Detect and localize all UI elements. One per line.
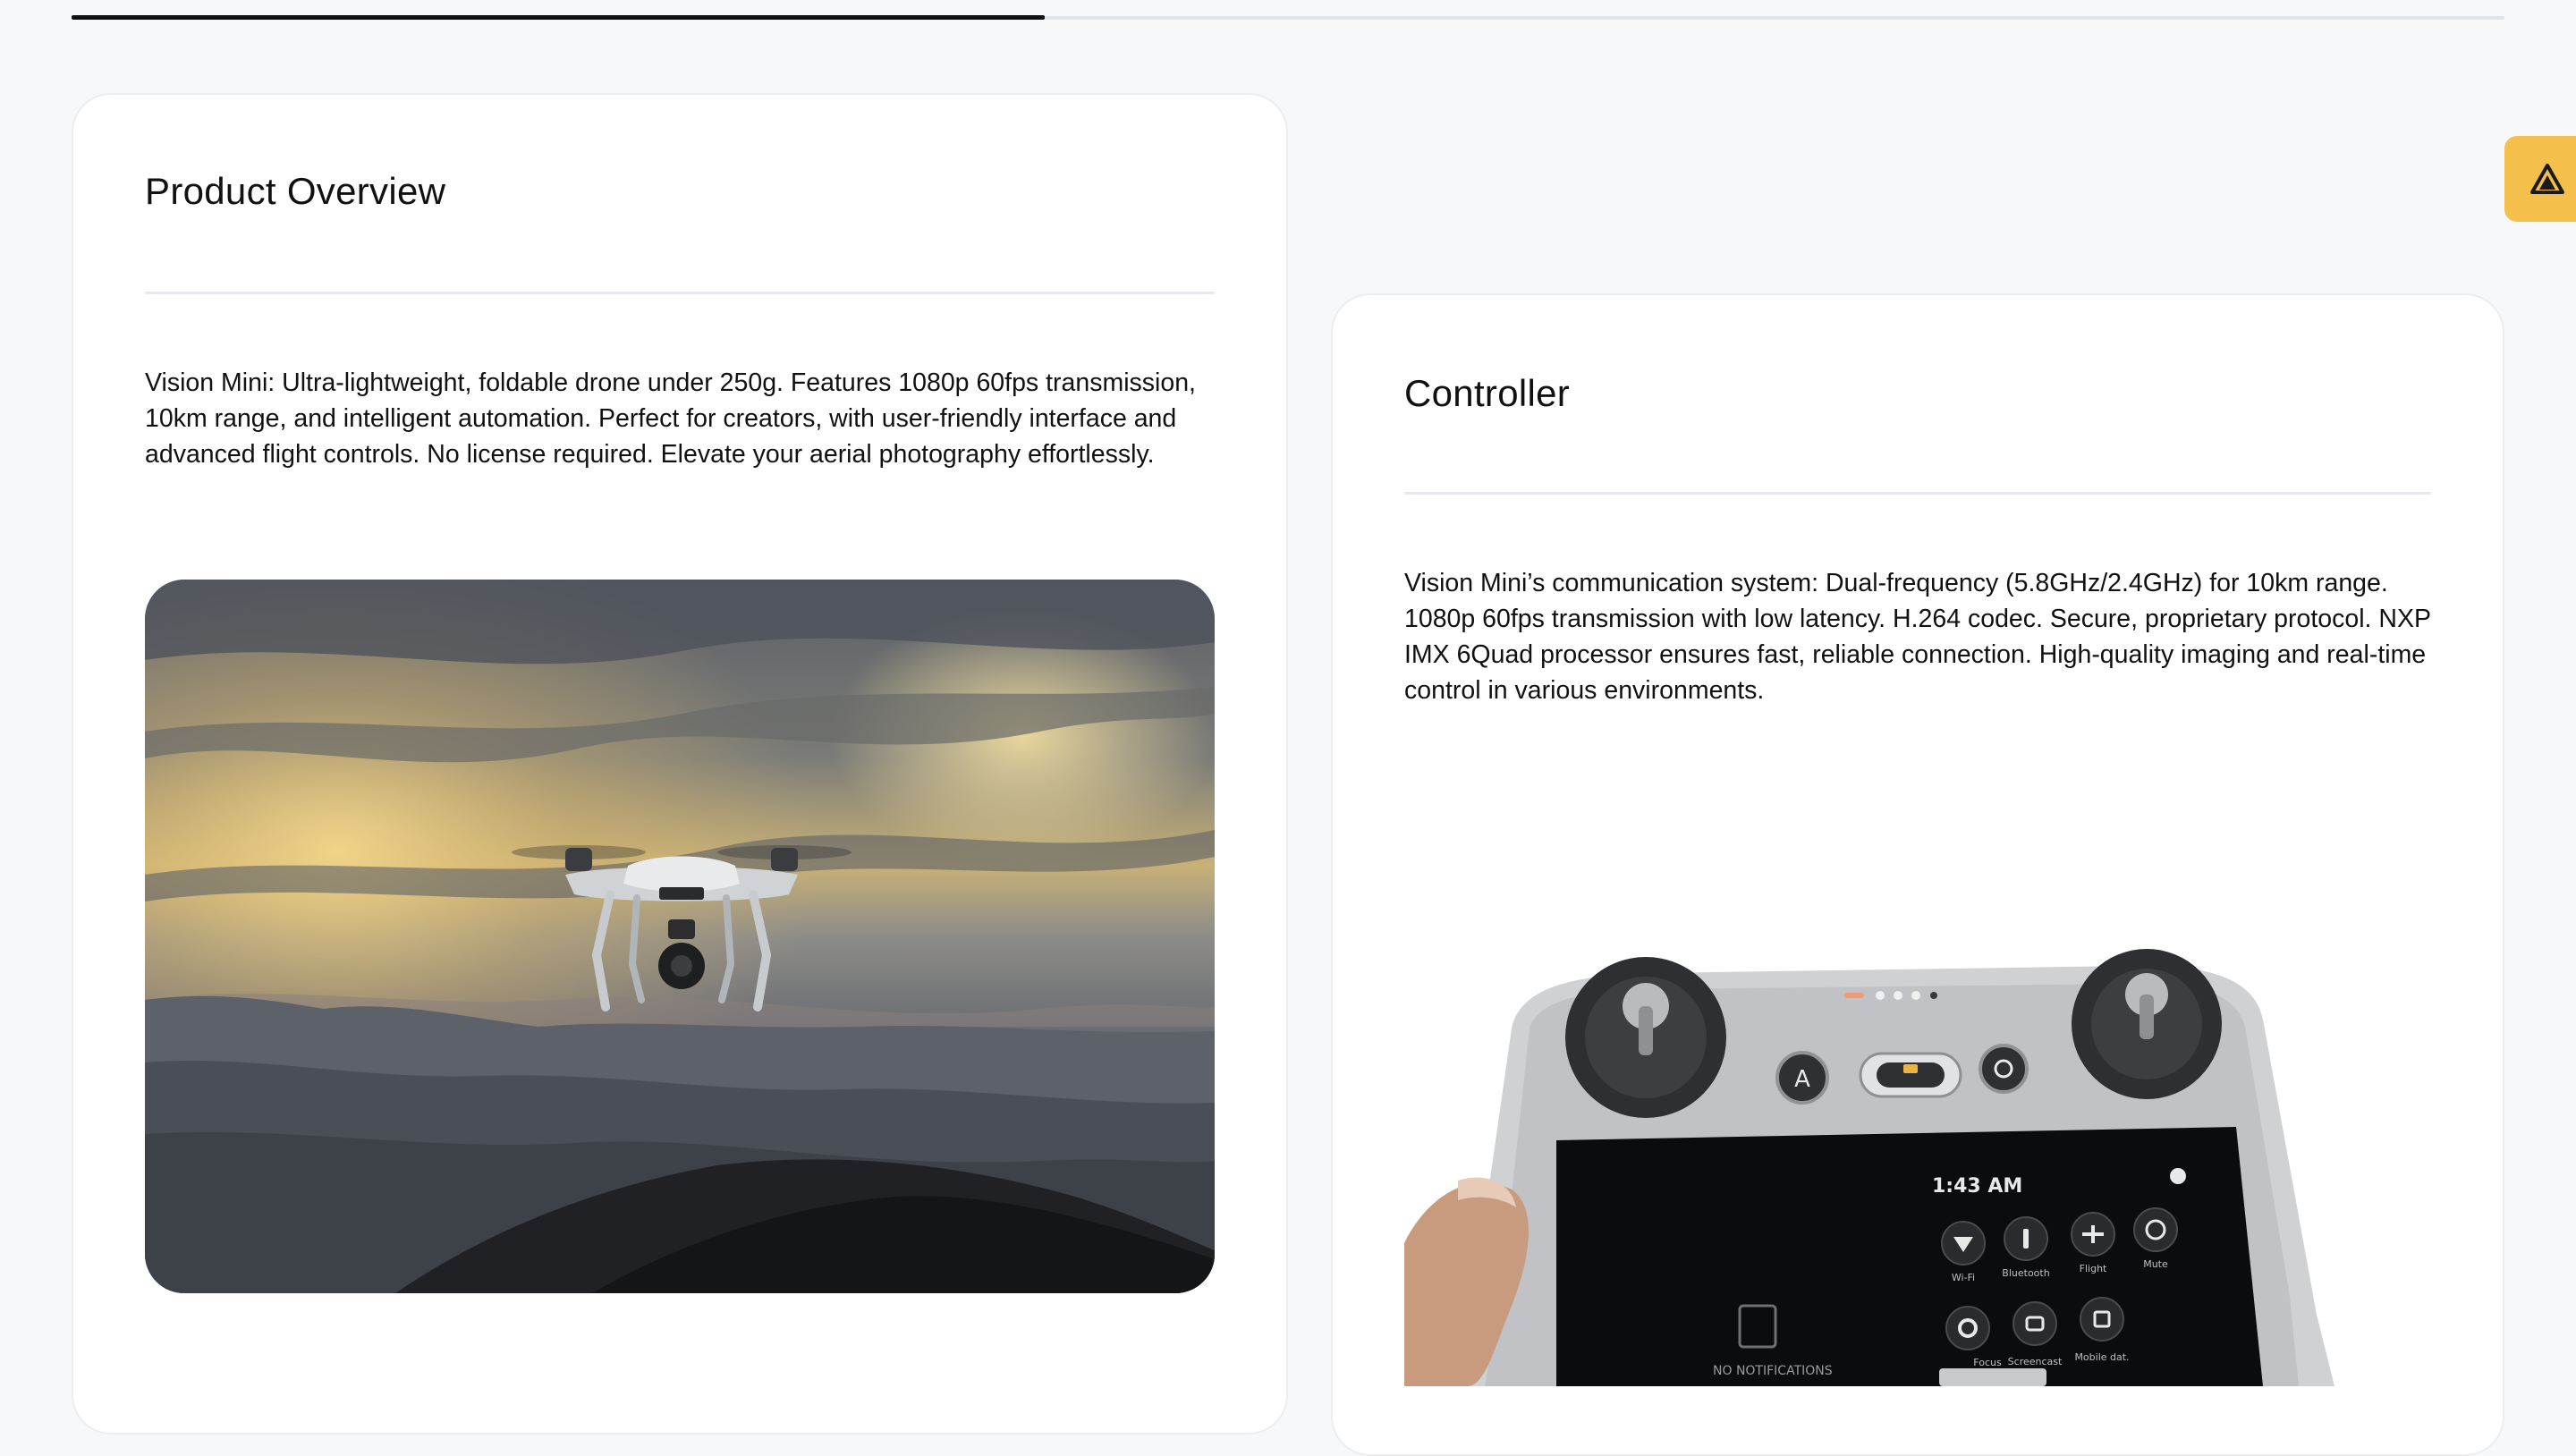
overview-divider [145, 292, 1215, 294]
screen-notice: NO NOTIFICATIONS [1713, 1364, 1833, 1378]
brand-badge-button[interactable] [2504, 136, 2576, 222]
controller-description: Vision Mini’s communication system: Dual… [1404, 569, 2431, 705]
controller-screen [1556, 1127, 2263, 1386]
screen-label-bluetooth: Bluetooth [2002, 1267, 2049, 1279]
power-button [1979, 1044, 2029, 1094]
screen-label-focus: Focus [1973, 1357, 2002, 1368]
progress-bar [72, 15, 2504, 20]
progress-bar-fill [72, 15, 1045, 20]
brand-logo-icon [2530, 164, 2564, 194]
controller-card: Controller Vision Mini’s communication s… [1331, 293, 2504, 1456]
controller-image: A 1:43 AM Wi-Fi Bluetooth Flight Mute Fo… [1404, 921, 2431, 1386]
overview-title: Product Overview [145, 170, 446, 212]
overview-card: Product Overview Vision Mini: Ultra-ligh… [72, 93, 1288, 1435]
screen-label-flight: Flight [2080, 1263, 2107, 1274]
controller-title: Controller [1404, 372, 1571, 414]
screen-label-mobile-data: Mobile dat. [2074, 1351, 2129, 1363]
screen-label-screencast: Screencast [2008, 1356, 2063, 1367]
drone-image [145, 580, 1215, 1293]
controller-divider [1404, 492, 2431, 495]
screen-label-wifi: Wi-Fi [1952, 1272, 1975, 1283]
overview-description: Vision Mini: Ultra-lightweight, foldable… [145, 368, 1196, 469]
screen-time: 1:43 AM [1932, 1175, 2022, 1198]
screen-label-mute: Mute [2143, 1258, 2168, 1270]
svg-text:A: A [1794, 1066, 1810, 1093]
